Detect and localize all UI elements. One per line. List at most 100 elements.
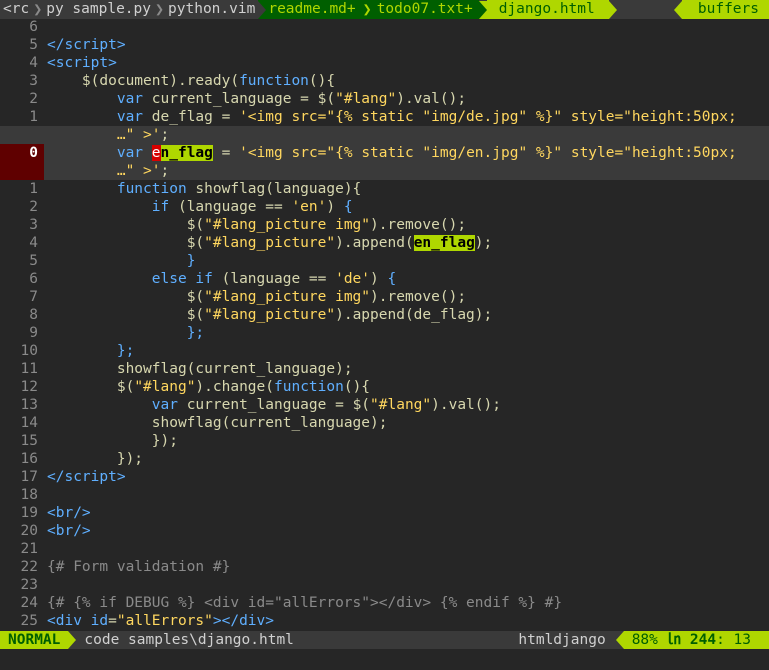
line-number: 22 [20, 559, 38, 575]
code-line: 4 <script> [0, 54, 769, 72]
code-line: 12 $("#lang").change(function(){ [0, 378, 769, 396]
mode-indicator: NORMAL [0, 631, 69, 649]
line-number: 1 [29, 109, 38, 125]
line-number: 19 [20, 505, 38, 521]
code-line: 6 [0, 18, 769, 36]
code-text: var de_flag = '<img src="{% static "img/… [116, 109, 737, 125]
code-text: var current_language = $("#lang").val(); [151, 397, 501, 413]
tab-separator-icon [608, 0, 617, 19]
code-line: 13 var current_language = $("#lang").val… [0, 396, 769, 414]
command-line[interactable] [0, 649, 769, 670]
code-text: <script> [47, 55, 117, 71]
code-text: $("#lang").change(function(){ [116, 379, 371, 395]
code-text: } [186, 253, 196, 269]
code-text: showflag(current_language); [116, 361, 353, 377]
code-line: 15 }); [0, 432, 769, 450]
line-number: 7 [29, 289, 38, 305]
code-text: $(document).ready(function(){ [81, 73, 336, 89]
code-text: else if (language == 'de') { [151, 271, 397, 287]
line-number-current: 0 [0, 144, 44, 162]
code-line: 18 [0, 486, 769, 504]
line-number: 5 [29, 253, 38, 269]
tab-separator-icon: ❯ [361, 0, 373, 19]
code-text: showflag(current_language); [151, 415, 388, 431]
code-text: <br/> [47, 523, 91, 539]
code-line: 6 else if (language == 'de') { [0, 270, 769, 288]
line-number: 15 [20, 433, 38, 449]
file-type: htmldjango [518, 632, 606, 648]
code-line-current: 0 var en_flag = '<img src="{% static "im… [0, 144, 769, 162]
code-line: 25 <div id="allErrors"></div> [0, 612, 769, 630]
code-line: 17 </script> [0, 468, 769, 486]
code-text: {# Form validation #} [47, 559, 231, 575]
code-text: </script> [47, 37, 126, 53]
code-text: {# {% if DEBUG %} <div id="allErrors"></… [47, 595, 563, 611]
code-text: if (language == 'en') { [151, 199, 353, 215]
line-number: 11 [20, 361, 38, 377]
code-line: 24 {# {% if DEBUG %} <div id="allErrors">… [0, 594, 769, 612]
code-line: 4 $("#lang_picture").append(en_flag); [0, 234, 769, 252]
buffer-python-vim[interactable]: python.vim [165, 0, 258, 19]
buffer-separator-icon: ❯ [33, 0, 43, 18]
statusline: NORMAL code samples\django.html htmldjan… [0, 631, 769, 649]
code-line: 1 var de_flag = '<img src="{% static "im… [0, 108, 769, 126]
code-line: 2 if (language == 'en') { [0, 198, 769, 216]
code-text: }); [116, 451, 144, 467]
code-line: 10 }; [0, 342, 769, 360]
code-text: $("#lang_picture").append(en_flag); [186, 235, 493, 251]
code-text: …" >'; [116, 163, 170, 179]
code-line: 16 }); [0, 450, 769, 468]
line-number: 4 [29, 235, 38, 251]
code-text: }); [151, 433, 178, 449]
code-text: $("#lang_picture img").remove(); [186, 217, 467, 233]
code-line: 3 $("#lang_picture img").remove(); [0, 216, 769, 234]
code-line: 21 [0, 540, 769, 558]
editor[interactable]: 6 5 </script> 4 <script> 3 $(document).rea… [0, 18, 769, 630]
cursor-position: 88% ㏑ 244: 13 [623, 631, 769, 649]
line-number: 18 [20, 487, 38, 503]
line-number: 10 [20, 343, 38, 359]
line-number: 2 [29, 91, 38, 107]
line-number: 17 [20, 469, 38, 485]
cursor-line: 244 [689, 632, 717, 648]
tab-readme[interactable]: readme.md+ [258, 0, 362, 19]
buffer-separator-icon: ❯ [155, 0, 165, 18]
tab-todo07[interactable]: todo07.txt+ [372, 0, 479, 19]
line-number: 13 [20, 397, 38, 413]
code-line: 1 function showflag(language){ [0, 180, 769, 198]
code-line-wrap: …" >'; [0, 126, 769, 144]
status-separator-icon [68, 631, 77, 649]
code-text: </script> [47, 469, 126, 485]
line-number: 4 [29, 55, 38, 71]
status-separator-icon [615, 631, 624, 649]
tab-django-active[interactable]: django.html [486, 0, 609, 19]
line-number: 3 [29, 73, 38, 89]
buffer-sample-py[interactable]: py sample.py [43, 0, 154, 19]
code-line: 5 </script> [0, 36, 769, 54]
tab-separator-icon [673, 0, 682, 19]
buffers-indicator[interactable]: buffers [681, 0, 769, 19]
line-number: 23 [20, 577, 38, 593]
tab-separator-icon [258, 0, 267, 19]
buffer-rc[interactable]: <rc [0, 0, 32, 19]
line-number: 5 [29, 37, 38, 53]
line-number: 8 [29, 307, 38, 323]
code-line: 2 var current_language = $("#lang").val(… [0, 90, 769, 108]
line-number: 14 [20, 415, 38, 431]
code-text: $("#lang_picture").append(de_flag); [186, 307, 493, 323]
line-number: 20 [20, 523, 38, 539]
code-line: 9 }; [0, 324, 769, 342]
code-text: }; [116, 343, 135, 359]
code-text: var current_language = $("#lang").val(); [116, 91, 467, 107]
code-line: 7 $("#lang_picture img").remove(); [0, 288, 769, 306]
line-number: 21 [20, 541, 38, 557]
code-line: 3 $(document).ready(function(){ [0, 72, 769, 90]
code-line: 14 showflag(current_language); [0, 414, 769, 432]
code-text: …" >'; [116, 127, 170, 143]
line-number: 24 [20, 595, 38, 611]
code-text: function showflag(language){ [116, 181, 362, 197]
line-number: 6 [29, 271, 38, 287]
code-text: }; [186, 325, 205, 341]
line-number: 25 [20, 613, 38, 629]
code-line: 11 showflag(current_language); [0, 360, 769, 378]
